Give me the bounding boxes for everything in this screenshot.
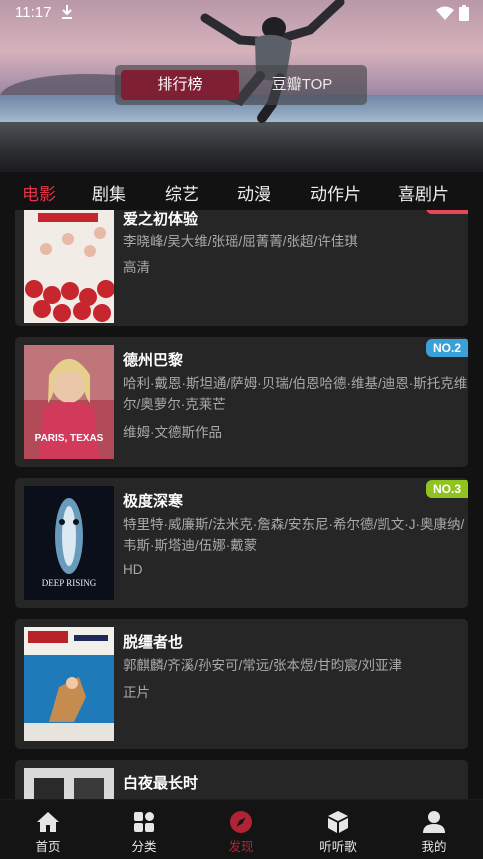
movie-poster	[24, 210, 114, 323]
rank-badge	[426, 210, 468, 214]
movie-cast: 哈利·戴恩·斯坦通/萨姆·贝瑞/伯恩哈德·维基/迪恩·斯托克维尔/奥萝尔·克莱芒	[123, 376, 468, 412]
nav-profile[interactable]: 我的	[386, 800, 482, 859]
tab-movie[interactable]: 电影	[22, 180, 56, 205]
movie-tag: 高清	[123, 260, 150, 275]
bottom-navigation: 首页 分类 发现 听听歌 我的	[0, 799, 483, 859]
nav-home-label: 首页	[35, 840, 61, 854]
segment-ranking[interactable]: 排行榜	[121, 70, 239, 100]
movie-list[interactable]: 爱之初体验 李晓峰/吴大维/张瑶/屈菁菁/张超/许佳琪 高清 NO.2 PARI…	[0, 210, 483, 799]
grid-icon	[134, 812, 154, 832]
tab-anime[interactable]: 动漫	[237, 180, 271, 205]
movie-cast: 特里特·威廉斯/法米克·詹森/安东尼·希尔德/凯文·J·奥康纳/韦斯·斯塔迪/伍…	[123, 517, 465, 553]
movie-title: 白夜最长时	[123, 775, 199, 792]
svg-text:PARIS, TEXAS: PARIS, TEXAS	[35, 433, 104, 444]
status-time: 11:17	[15, 4, 52, 21]
movie-card[interactable]: 爱之初体验 李晓峰/吴大维/张瑶/屈菁菁/张超/许佳琪 高清	[15, 210, 468, 326]
movie-card[interactable]: NO.3 DEEP RISING 极度深寒 特里特·威廉斯/法米克·詹森/安东尼…	[15, 478, 468, 608]
nav-music[interactable]: 听听歌	[290, 800, 386, 859]
tab-action[interactable]: 动作片	[310, 180, 361, 205]
movie-card[interactable]: 脱缰者也 郭麒麟/齐溪/孙安可/常远/张本煜/甘昀宸/刘亚津 正片	[15, 619, 468, 749]
user-icon	[423, 811, 445, 833]
status-bar: 11:17	[0, 0, 483, 26]
movie-card[interactable]: 白夜最长时	[15, 760, 468, 799]
movie-tag: 正片	[123, 685, 150, 700]
wifi-icon	[436, 6, 454, 20]
nav-discover-label: 发现	[228, 840, 254, 854]
svg-text:DEEP RISING: DEEP RISING	[42, 578, 97, 588]
movie-tag: 维姆·文德斯作品	[123, 425, 222, 440]
movie-cast: 郭麒麟/齐溪/孙安可/常远/张本煜/甘昀宸/刘亚津	[123, 658, 403, 673]
movie-tag: HD	[123, 562, 143, 577]
movie-poster: DEEP RISING	[24, 486, 114, 600]
tab-comedy[interactable]: 喜剧片	[398, 180, 449, 205]
tab-series[interactable]: 剧集	[92, 180, 126, 205]
movie-poster	[24, 768, 114, 799]
battery-icon	[459, 5, 469, 21]
rank-badge: NO.3	[426, 480, 468, 498]
movie-title: 德州巴黎	[123, 352, 184, 369]
rank-badge: NO.2	[426, 339, 468, 357]
nav-home[interactable]: 首页	[0, 800, 96, 859]
nav-category[interactable]: 分类	[96, 800, 192, 859]
ranking-segment-control: 排行榜 豆瓣TOP	[115, 65, 367, 105]
category-tabs: 电影 剧集 综艺 动漫 动作片 喜剧片	[0, 172, 483, 210]
movie-title: 极度深寒	[123, 493, 184, 510]
movie-title: 爱之初体验	[123, 211, 199, 228]
nav-music-label: 听听歌	[319, 840, 357, 854]
compass-icon	[230, 811, 252, 833]
home-icon	[37, 812, 59, 832]
cube-icon	[328, 811, 348, 833]
nav-category-label: 分类	[131, 840, 157, 854]
movie-poster: PARIS, TEXAS	[24, 345, 114, 459]
header-banner: 11:17 排行榜 豆瓣TOP	[0, 0, 483, 172]
movie-card[interactable]: NO.2 PARIS, TEXAS 德州巴黎 哈利·戴恩·斯坦通/萨姆·贝瑞/伯…	[15, 337, 468, 467]
movie-poster	[24, 627, 114, 741]
nav-discover[interactable]: 发现	[193, 800, 289, 859]
movie-cast: 李晓峰/吴大维/张瑶/屈菁菁/张超/许佳琪	[123, 234, 358, 249]
tab-variety[interactable]: 综艺	[165, 180, 199, 205]
banner-beach	[0, 122, 483, 172]
nav-profile-label: 我的	[421, 840, 447, 854]
movie-title: 脱缰者也	[123, 634, 184, 651]
segment-douban-top[interactable]: 豆瓣TOP	[243, 70, 361, 100]
download-icon	[62, 5, 72, 19]
